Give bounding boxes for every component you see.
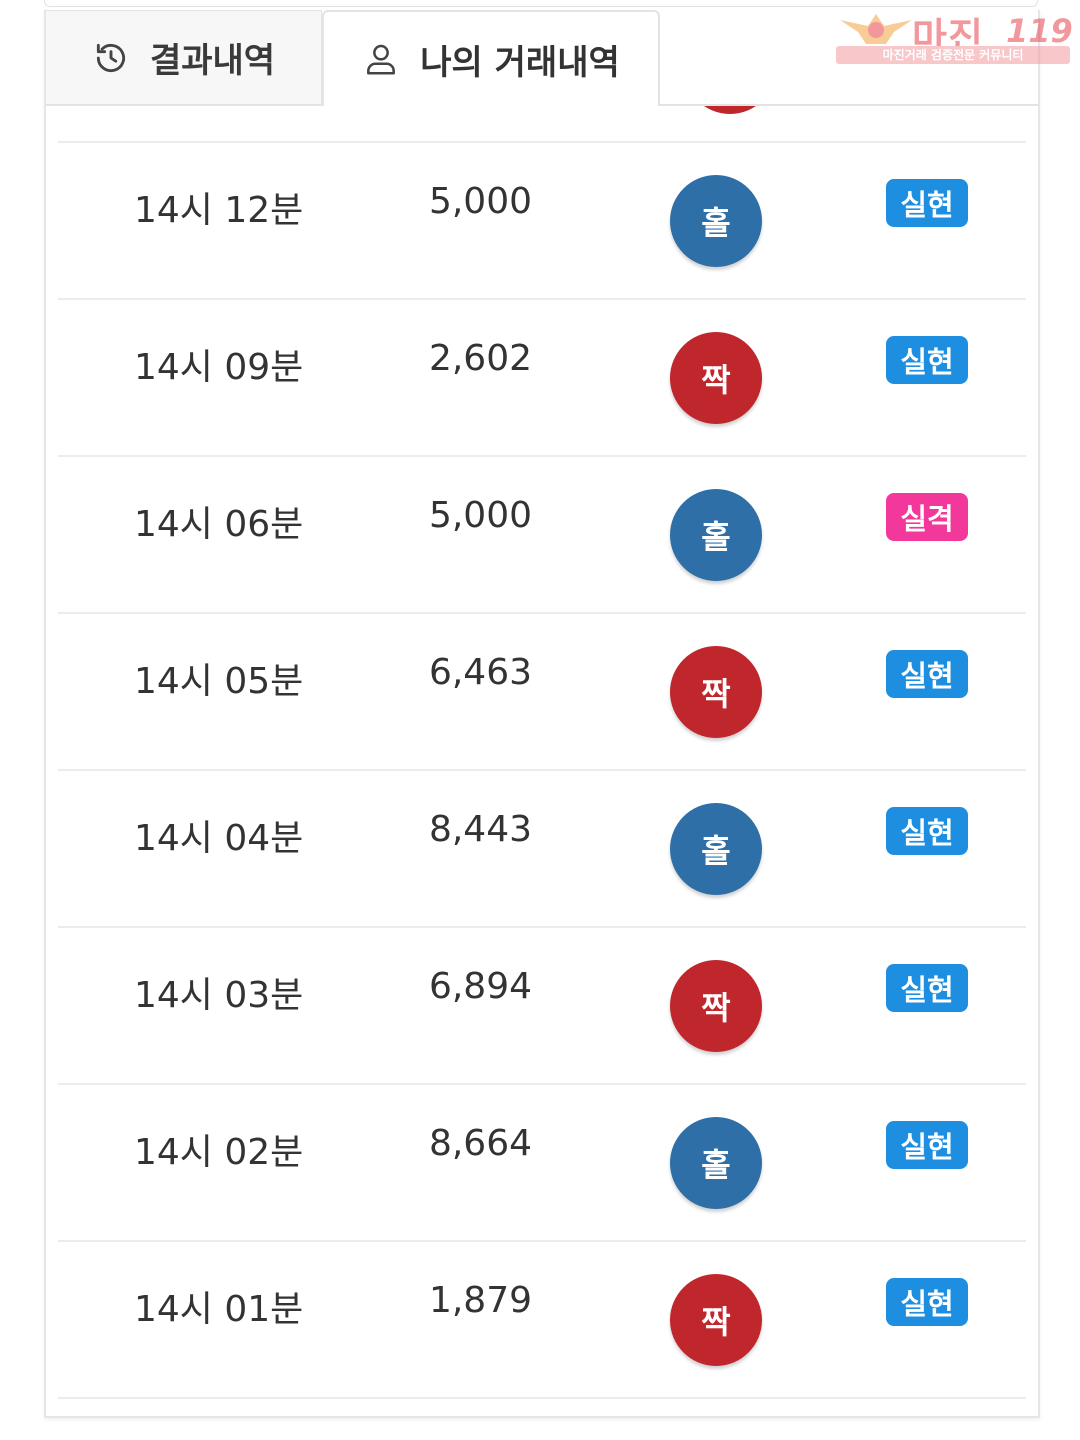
page: 마진 119 마진거래 검증전문 커뮤니티 14시 12분 5,000 홀 실현 14시… bbox=[0, 0, 1080, 1440]
trade-history-panel: 14시 12분 5,000 홀 실현 14시 09분 2,602 짝 실현 14시 06분 5,0… bbox=[44, 10, 1040, 1418]
list-bottom-divider bbox=[58, 1397, 1026, 1399]
result-badge-realized: 실현 bbox=[886, 336, 968, 384]
even-pick-ball: 짝 bbox=[670, 1274, 762, 1366]
trade-time: 14시 04분 bbox=[134, 818, 304, 859]
table-row: 14시 04분 8,443 홀 실현 bbox=[58, 769, 1026, 926]
even-pick-ball: 짝 bbox=[670, 646, 762, 738]
result-badge-realized: 실현 bbox=[886, 179, 968, 227]
trade-amount: 6,463 bbox=[428, 652, 532, 693]
result-badge-realized: 실현 bbox=[886, 1278, 968, 1326]
user-icon bbox=[362, 40, 400, 78]
tab-results[interactable]: 결과내역 bbox=[46, 10, 322, 104]
trade-amount: 6,894 bbox=[428, 966, 532, 1007]
odd-pick-ball: 홀 bbox=[670, 803, 762, 895]
tab-results-label: 결과내역 bbox=[149, 41, 276, 81]
tab-my-trades[interactable]: 나의 거래내역 bbox=[322, 10, 660, 106]
table-row: 14시 02분 8,664 홀 실현 bbox=[58, 1083, 1026, 1240]
even-pick-ball: 짝 bbox=[670, 960, 762, 1052]
table-row: 14시 12분 5,000 홀 실현 bbox=[58, 141, 1026, 298]
trade-time: 14시 05분 bbox=[134, 661, 304, 702]
trade-amount: 8,443 bbox=[428, 809, 532, 850]
result-badge-realized: 실현 bbox=[886, 650, 968, 698]
result-badge-disqualified: 실격 bbox=[886, 493, 968, 541]
trade-time: 14시 01분 bbox=[134, 1289, 304, 1330]
odd-pick-ball: 홀 bbox=[670, 175, 762, 267]
history-icon bbox=[92, 39, 130, 77]
trade-amount: 1,879 bbox=[428, 1280, 532, 1321]
table-row: 14시 09분 2,602 짝 실현 bbox=[58, 298, 1026, 455]
trade-time: 14시 06분 bbox=[134, 504, 304, 545]
trade-time: 14시 09분 bbox=[134, 347, 304, 388]
trade-time: 14시 03분 bbox=[134, 975, 304, 1016]
trade-amount: 2,602 bbox=[428, 338, 532, 379]
table-row: 14시 01분 1,879 짝 실현 bbox=[58, 1240, 1026, 1397]
watermark-logo: 마진 119 마진거래 검증전문 커뮤니티 bbox=[836, 8, 1073, 64]
table-row: 14시 05분 6,463 짝 실현 bbox=[58, 612, 1026, 769]
even-pick-ball: 짝 bbox=[670, 332, 762, 424]
previous-card-edge bbox=[44, 0, 1038, 7]
tab-my-trades-label: 나의 거래내역 bbox=[420, 42, 620, 83]
trade-amount: 8,664 bbox=[428, 1123, 532, 1164]
crest-icon bbox=[840, 14, 912, 44]
odd-pick-ball: 홀 bbox=[670, 1117, 762, 1209]
watermark-subtitle: 마진거래 검증전문 커뮤니티 bbox=[882, 48, 1024, 62]
result-badge-realized: 실현 bbox=[886, 807, 968, 855]
trade-time: 14시 02분 bbox=[134, 1132, 304, 1173]
odd-pick-ball: 홀 bbox=[670, 489, 762, 581]
trade-amount: 5,000 bbox=[428, 181, 532, 222]
result-badge-realized: 실현 bbox=[886, 964, 968, 1012]
table-row: 14시 03분 6,894 짝 실현 bbox=[58, 926, 1026, 1083]
table-row: 14시 06분 5,000 홀 실격 bbox=[58, 455, 1026, 612]
trade-time: 14시 12분 bbox=[134, 190, 304, 231]
watermark-number: 119 bbox=[1006, 12, 1073, 50]
result-badge-realized: 실현 bbox=[886, 1121, 968, 1169]
trade-amount: 5,000 bbox=[428, 495, 532, 536]
